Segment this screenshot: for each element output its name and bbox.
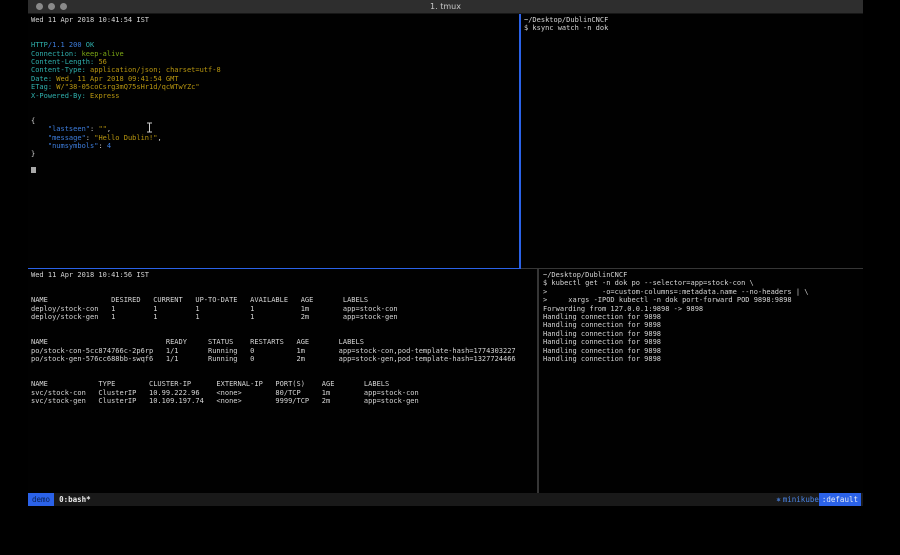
active-window-label[interactable]: 0:bash* (59, 493, 91, 506)
helm-icon: ⎈ (776, 493, 781, 506)
pane-ksync-watch[interactable]: ~/Desktop/DublinCNCF $ ksync watch -n do… (521, 14, 863, 268)
mouse-ibeam-cursor (146, 122, 153, 133)
tmux-content: Wed 11 Apr 2018 10:41:54 IST HTTP/1.1 20… (28, 14, 863, 493)
pane-kubectl-get[interactable]: Wed 11 Apr 2018 10:41:56 IST NAME DESIRE… (28, 269, 537, 493)
http-status-line: HTTP/1.1 200 OK (31, 41, 516, 49)
kube-namespace-badge: :default (819, 493, 861, 506)
pane-divider-top-vertical[interactable] (519, 14, 521, 268)
http-header-etag: ETag: W/"38-05coCsrg3mQ75sHr1d/qcWTwYZc" (31, 83, 516, 91)
window-title: 1. tmux (28, 0, 863, 13)
tmux-status-bar: demo 0:bash* ⎈ minikube :default (28, 493, 863, 506)
terminal-window: 1. tmux Wed 11 Apr 2018 10:41:54 IST HTT… (28, 0, 863, 506)
pane-divider-horizontal-inactive[interactable] (521, 268, 863, 269)
pane-divider-bottom-vertical[interactable] (537, 269, 539, 493)
json-field-message: "message": "Hello Dublin!", (31, 134, 516, 142)
http-header-x-powered-by: X-Powered-By: Express (31, 92, 516, 100)
pane-http-response[interactable]: Wed 11 Apr 2018 10:41:54 IST HTTP/1.1 20… (28, 14, 519, 268)
session-name-badge: demo (28, 493, 54, 506)
title-bar: 1. tmux (28, 0, 863, 14)
http-header-content-length: Content-Length: 56 (31, 58, 516, 66)
terminal-cursor (31, 167, 36, 173)
terminal-cursor-line (31, 167, 516, 175)
json-field-numsymbols: "numsymbols": 4 (31, 142, 516, 150)
json-open-brace: { (31, 117, 516, 125)
services-table: NAME TYPE CLUSTER-IP EXTERNAL-IP PORT(S)… (31, 380, 534, 405)
http-header-connection: Connection: keep-alive (31, 50, 516, 58)
deployments-table: NAME DESIRED CURRENT UP-TO-DATE AVAILABL… (31, 296, 534, 321)
json-close-brace: } (31, 150, 516, 158)
terminal-output: ~/Desktop/DublinCNCF $ kubectl get -n do… (543, 271, 860, 363)
http-header-date: Date: Wed, 11 Apr 2018 09:41:54 GMT (31, 75, 516, 83)
pods-table: NAME READY STATUS RESTARTS AGE LABELS po… (31, 338, 534, 363)
timestamp-line: Wed 11 Apr 2018 10:41:56 IST (31, 271, 534, 279)
kube-context-label: minikube (783, 493, 819, 506)
pane-divider-horizontal-active[interactable] (28, 268, 521, 269)
terminal-output: ~/Desktop/DublinCNCF $ ksync watch -n do… (524, 16, 860, 33)
timestamp-line: Wed 11 Apr 2018 10:41:54 IST (31, 16, 516, 24)
json-field-lastseen: "lastseen": "", (31, 125, 516, 133)
pane-port-forward[interactable]: ~/Desktop/DublinCNCF $ kubectl get -n do… (540, 269, 863, 493)
http-header-content-type: Content-Type: application/json; charset=… (31, 66, 516, 74)
